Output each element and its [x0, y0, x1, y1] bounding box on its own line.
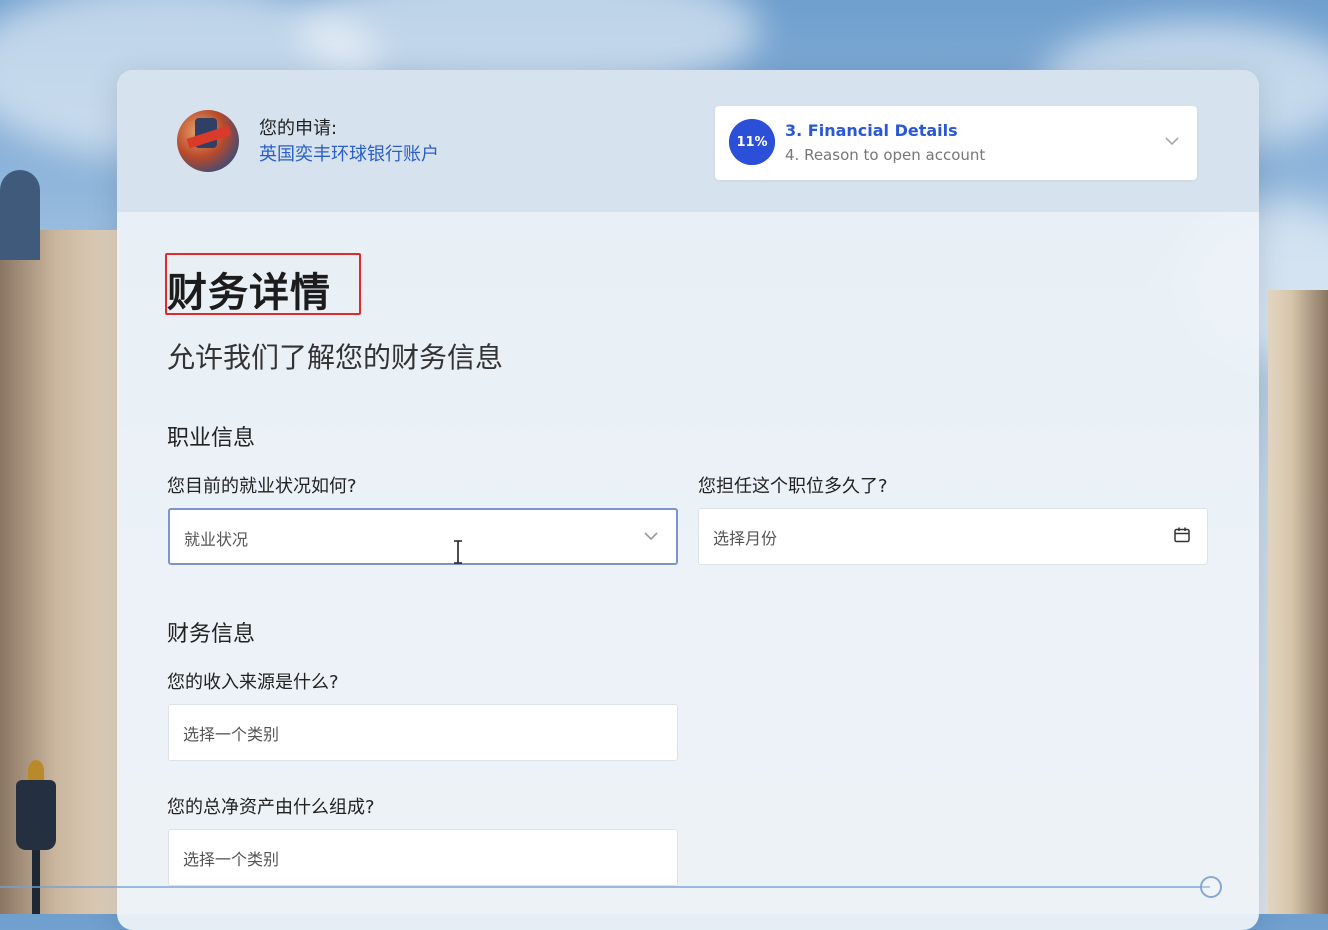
- current-step-label: 3. Financial Details: [785, 121, 958, 140]
- next-step-label: 4. Reason to open account: [785, 146, 986, 164]
- chevron-down-icon[interactable]: [1163, 132, 1181, 150]
- net-worth-label: 您的总净资产由什么组成?: [167, 797, 375, 818]
- video-progress-track[interactable]: [0, 886, 1210, 888]
- net-worth-placeholder: 选择一个类别: [183, 850, 280, 869]
- position-duration-label: 您担任这个职位多久了?: [698, 476, 888, 497]
- application-name-link[interactable]: 英国奕丰环球银行账户: [259, 140, 439, 166]
- progress-percent-badge: 11%: [729, 119, 775, 165]
- employment-status-label: 您目前的就业状况如何?: [167, 476, 357, 497]
- net-worth-select[interactable]: 选择一个类别: [168, 829, 678, 886]
- employment-status-placeholder: 就业状况: [184, 530, 249, 549]
- application-label: 您的申请:: [259, 118, 338, 139]
- page-title: 财务详情: [167, 270, 331, 316]
- income-source-placeholder: 选择一个类别: [183, 725, 280, 744]
- calendar-icon[interactable]: [1173, 526, 1191, 544]
- income-source-select[interactable]: 选择一个类别: [168, 704, 678, 761]
- position-duration-month-picker[interactable]: 选择月份: [698, 508, 1208, 565]
- background-building-right: [1268, 290, 1328, 914]
- bank-avatar: [177, 110, 239, 172]
- page-subtitle: 允许我们了解您的财务信息: [167, 341, 504, 374]
- background-street-lamp: [8, 760, 64, 914]
- income-source-label: 您的收入来源是什么?: [167, 672, 339, 693]
- video-progress-handle[interactable]: [1200, 876, 1222, 898]
- progress-steps-dropdown[interactable]: 11% 3. Financial Details 4. Reason to op…: [715, 106, 1197, 180]
- occupation-section-title: 职业信息: [167, 426, 256, 451]
- chevron-down-icon[interactable]: [642, 527, 660, 545]
- finance-section-title: 财务信息: [167, 622, 256, 647]
- application-header: 您的申请: 英国奕丰环球银行账户 11% 3. Financial Detail…: [117, 70, 1259, 212]
- application-form-card: 您的申请: 英国奕丰环球银行账户 11% 3. Financial Detail…: [117, 70, 1259, 930]
- text-cursor-icon: [454, 540, 462, 564]
- employment-status-select[interactable]: 就业状况: [168, 508, 678, 565]
- position-duration-placeholder: 选择月份: [713, 529, 778, 548]
